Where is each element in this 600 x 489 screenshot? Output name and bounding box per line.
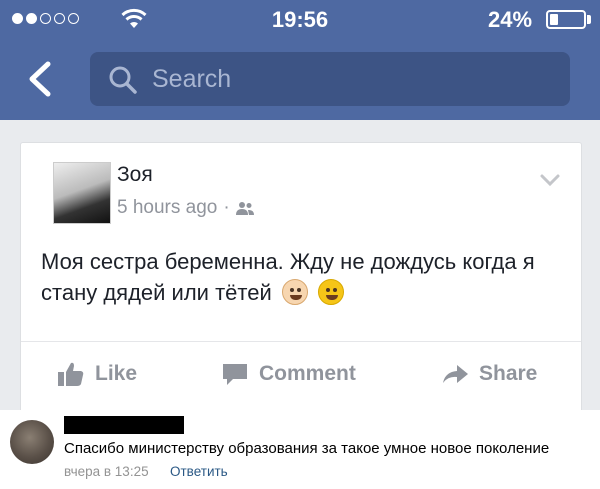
facebook-header: 19:56 24% bbox=[0, 0, 600, 120]
author-name[interactable]: Зоя bbox=[117, 163, 153, 187]
baby-emoji-icon bbox=[281, 279, 308, 305]
comment-text: Спасибо министерству образования за тако… bbox=[64, 440, 550, 457]
comment-icon bbox=[223, 364, 247, 385]
post-card: Зоя 5 hours ago · Моя сестра беременна. … bbox=[20, 142, 582, 422]
search-bar[interactable] bbox=[90, 52, 570, 106]
battery-tip bbox=[587, 15, 591, 24]
meta-separator: · bbox=[223, 197, 230, 218]
friends-audience-icon[interactable] bbox=[235, 201, 254, 215]
back-arrow-icon[interactable] bbox=[24, 60, 56, 98]
commenter-avatar[interactable] bbox=[10, 420, 54, 464]
post-actions: Like Comment Share bbox=[21, 361, 581, 395]
comment-label: Comment bbox=[259, 362, 356, 385]
post-time[interactable]: 5 hours ago bbox=[117, 197, 217, 219]
post-text: Моя сестра беременна. Жду не дождусь ког… bbox=[41, 246, 561, 308]
battery-percent: 24% bbox=[488, 7, 533, 32]
battery-icon bbox=[546, 10, 586, 29]
thumbs-up-icon bbox=[58, 362, 84, 386]
like-label: Like bbox=[95, 362, 138, 385]
share-arrow-icon bbox=[443, 365, 468, 383]
author-avatar[interactable] bbox=[53, 162, 111, 224]
like-button[interactable]: Like bbox=[57, 361, 137, 387]
chevron-down-icon[interactable] bbox=[539, 173, 561, 187]
share-label: Share bbox=[479, 362, 538, 385]
actions-divider bbox=[21, 341, 581, 342]
comment-time: вчера в 13:25 bbox=[64, 464, 149, 479]
sweat-smile-emoji-icon bbox=[318, 279, 344, 305]
commenter-name-redacted bbox=[64, 416, 184, 434]
vk-comment: Спасибо министерству образования за тако… bbox=[0, 410, 600, 489]
reply-link[interactable]: Ответить bbox=[170, 464, 228, 479]
post-meta: 5 hours ago · bbox=[117, 197, 254, 219]
share-button[interactable]: Share bbox=[441, 361, 537, 387]
status-bar: 19:56 24% bbox=[0, 0, 600, 40]
comment-button[interactable]: Comment bbox=[221, 361, 356, 387]
search-input[interactable] bbox=[152, 61, 552, 97]
search-icon bbox=[109, 66, 137, 94]
